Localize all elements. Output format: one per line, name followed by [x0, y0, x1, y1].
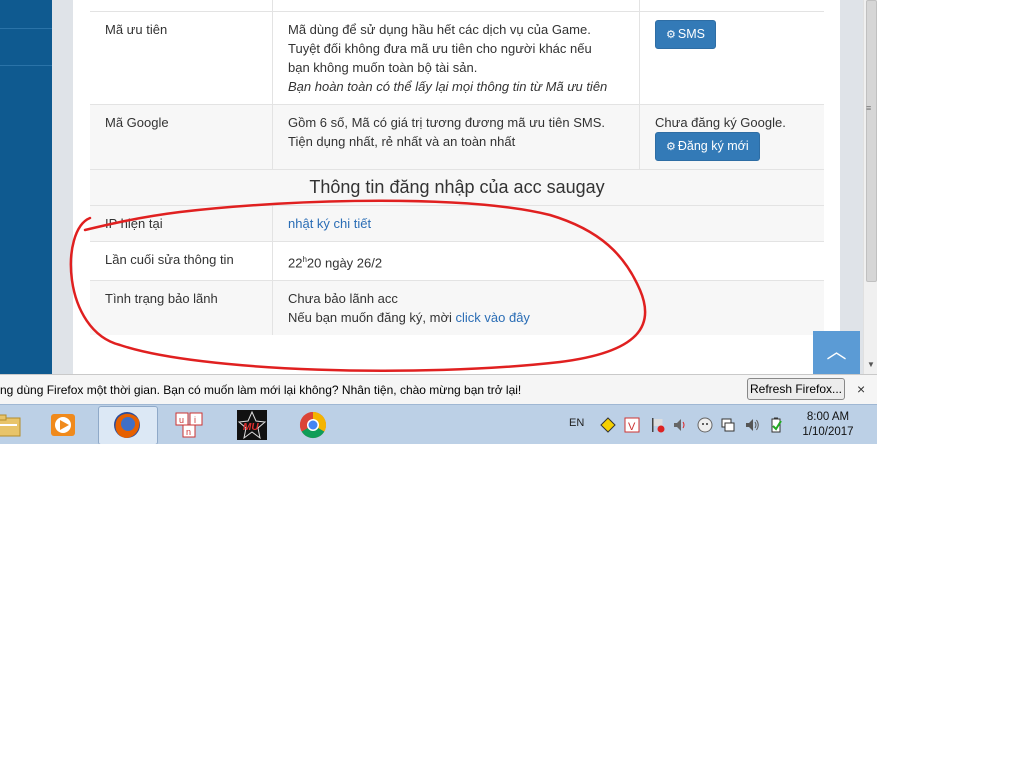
register-google-button[interactable]: ⚙ Đăng ký mới: [655, 132, 760, 161]
scroll-to-top-button[interactable]: ︿: [813, 331, 860, 374]
svg-text:n: n: [186, 427, 191, 437]
row-label: Tình trạng bảo lãnh: [90, 280, 273, 336]
file-explorer-icon[interactable]: [0, 410, 24, 440]
gear-icon: ⚙: [666, 141, 676, 153]
row-label: Mã Google: [90, 104, 273, 170]
system-clock[interactable]: 8:00 AM 1/10/2017: [798, 410, 858, 440]
row-label: Lần cuối sửa thông tin: [90, 240, 273, 281]
table-row: Mã Google Gồm 6 số, Mã có giá trị tương …: [90, 104, 824, 170]
row-label: Mã ưu tiên: [90, 11, 273, 105]
firefox-icon[interactable]: [112, 410, 142, 440]
gear-icon: ⚙: [666, 29, 676, 41]
last-edit-value: 22h20 ngày 26/2: [272, 240, 824, 281]
table-row: Tình trạng bảo lãnh Chưa bảo lãnh acc Nế…: [90, 280, 824, 336]
table-row: Mã ưu tiên Mã dùng để sử dụng hầu hết cá…: [90, 11, 824, 105]
table-row: IP hiện tại nhật ký chi tiết: [90, 205, 824, 242]
sms-button[interactable]: ⚙ SMS: [655, 20, 716, 49]
row-label: IP hiện tại: [90, 205, 273, 242]
vivaldi-tray-icon[interactable]: V: [624, 417, 640, 433]
google-status: Chưa đăng ký Google.: [655, 115, 786, 130]
login-log-link[interactable]: nhật ký chi tiết: [288, 216, 371, 231]
svg-text:u: u: [179, 415, 184, 425]
page-content: Mã ưu tiên Mã dùng để sử dụng hầu hết cá…: [73, 0, 863, 374]
scroll-down-arrow-icon[interactable]: ▼: [867, 360, 875, 369]
media-player-icon[interactable]: [48, 410, 78, 440]
svg-text:i: i: [194, 415, 196, 425]
mu-game-icon[interactable]: MU: [237, 410, 267, 440]
row-description: Mã dùng để sử dụng hầu hết các dịch vụ c…: [272, 11, 640, 105]
language-indicator[interactable]: EN: [569, 417, 584, 429]
volume-tray-icon[interactable]: [744, 417, 760, 433]
account-info-table: Mã ưu tiên Mã dùng để sử dụng hầu hết cá…: [90, 0, 824, 336]
chrome-icon[interactable]: [298, 410, 328, 440]
register-guarantee-link[interactable]: click vào đây: [456, 310, 530, 325]
notification-message: ng dùng Firefox một thời gian. Bạn có mu…: [0, 383, 522, 397]
svg-text:MU: MU: [243, 422, 259, 433]
firefox-notification-bar: ng dùng Firefox một thời gian. Bạn có mu…: [0, 374, 877, 405]
security-tray-icon[interactable]: [600, 417, 616, 433]
scrollbar-thumb[interactable]: [866, 0, 877, 282]
section-title: Thông tin đăng nhập của acc saugay: [90, 169, 824, 206]
svg-text:V: V: [628, 421, 636, 433]
user-tray-icon[interactable]: [697, 417, 713, 433]
unikey-icon[interactable]: u i n: [175, 410, 205, 440]
flag-tray-icon[interactable]: [649, 417, 665, 433]
left-sidebar-background: [0, 0, 52, 374]
battery-tray-icon[interactable]: [768, 417, 784, 433]
chevron-up-icon: ︿: [826, 341, 847, 363]
windows-taskbar: u i n MU EN V 8:00 AM 1/10/2017: [0, 404, 877, 444]
refresh-firefox-button[interactable]: Refresh Firefox...: [747, 378, 845, 400]
close-icon[interactable]: ×: [857, 381, 865, 397]
section-header-row: Thông tin đăng nhập của acc saugay: [90, 169, 824, 206]
vertical-scrollbar[interactable]: ≡ ▼: [863, 0, 877, 374]
guarantee-value: Chưa bảo lãnh acc Nếu bạn muốn đăng ký, …: [272, 280, 824, 336]
speaker-tray-icon[interactable]: [672, 417, 688, 433]
browser-screen: Mã ưu tiên Mã dùng để sử dụng hầu hết cá…: [0, 0, 877, 444]
table-row: Lần cuối sửa thông tin 22h20 ngày 26/2: [90, 240, 824, 281]
row-description: Gồm 6 số, Mã có giá trị tương đương mã ư…: [272, 104, 640, 170]
network-tray-icon[interactable]: [720, 417, 736, 433]
